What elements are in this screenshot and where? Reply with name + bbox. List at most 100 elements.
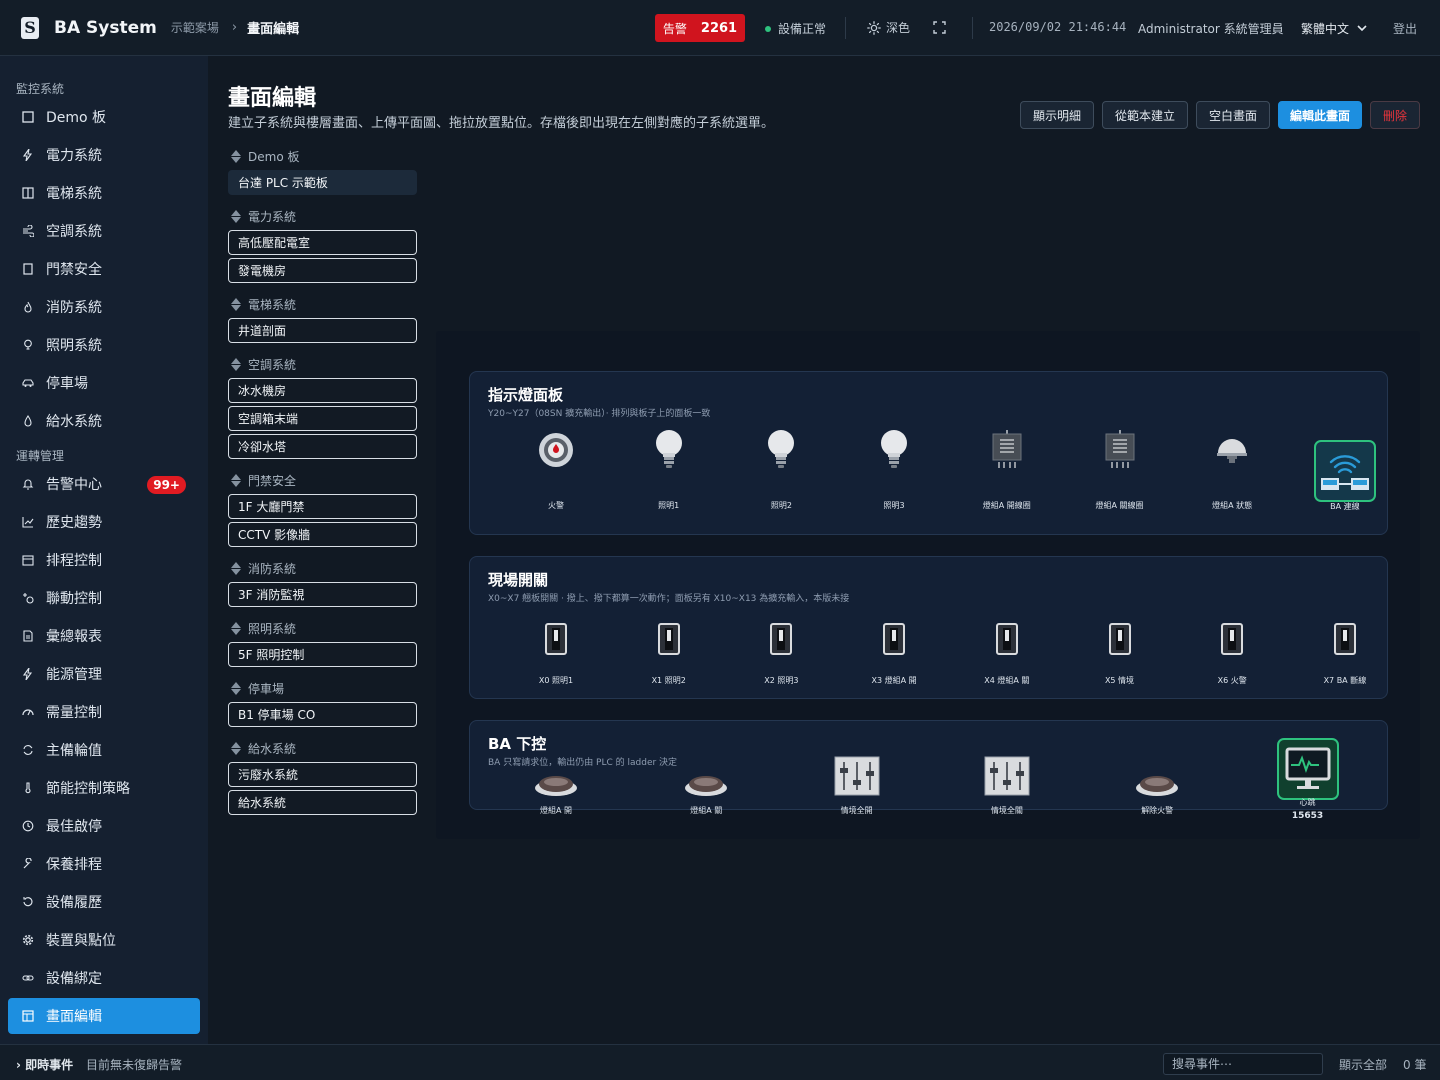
sidebar-item[interactable]: 給水系統 <box>8 403 200 439</box>
panel-title: BA 下控 <box>488 735 547 753</box>
screen-page-button[interactable]: 井道剖面 <box>228 318 417 343</box>
sort-arrows-icon[interactable] <box>231 150 241 163</box>
sort-arrows-icon[interactable] <box>231 210 241 223</box>
sidebar-item[interactable]: Demo 板 <box>8 99 200 135</box>
coil-icon <box>969 430 1045 470</box>
from-template-button[interactable]: 從範本建立 <box>1102 101 1188 129</box>
screen-group-header[interactable]: 電力系統 <box>231 208 296 225</box>
device-panel[interactable]: 現場開關 X0~X7 翹板開關 · 撥上、撥下都算一次動作；面板另有 X10~X1… <box>469 556 1388 699</box>
event-bar: › 即時事件 目前無未復歸告警 顯示全部 0 筆 <box>0 1044 1440 1080</box>
screen-page-button[interactable]: CCTV 影像牆 <box>228 522 417 547</box>
screen-page-button[interactable]: 3F 消防監視 <box>228 582 417 607</box>
sort-arrows-icon[interactable] <box>231 298 241 311</box>
sidebar-item[interactable]: 消防系統 <box>8 289 200 325</box>
screen-page-button[interactable]: 發電機房 <box>228 258 417 283</box>
alarm-badge: 99+ <box>147 476 186 494</box>
sidebar-item[interactable]: 設備綁定 <box>8 960 200 996</box>
screen-group-header[interactable]: 空調系統 <box>231 356 296 373</box>
screen-page-button[interactable]: 給水系統 <box>228 790 417 815</box>
app-logo[interactable]: S <box>21 16 39 39</box>
breadcrumb-site[interactable]: 示範案場 <box>171 19 219 36</box>
event-search-input[interactable] <box>1163 1053 1323 1075</box>
sort-arrows-icon[interactable] <box>231 474 241 487</box>
user-name[interactable]: Administrator 系統管理員 <box>1138 20 1284 37</box>
device-label: X1 照明2 <box>651 676 686 685</box>
blank-screen-button[interactable]: 空白畫面 <box>1196 101 1270 129</box>
screen-page-button[interactable]: 5F 照明控制 <box>228 642 417 667</box>
sidebar-item[interactable]: 門禁安全 <box>8 251 200 287</box>
edit-screen-button[interactable]: 編輯此畫面 <box>1278 101 1362 129</box>
screen-page-button[interactable]: 冰水機房 <box>228 378 417 403</box>
bulb-icon <box>631 429 707 471</box>
device-panel[interactable]: BA 下控 BA 只寫請求位，輸出仍由 PLC 的 ladder 決定 燈組A 開 燈… <box>469 720 1388 821</box>
screen-page-button[interactable]: 高低壓配電室 <box>228 230 417 255</box>
sidebar-item[interactable]: 空調系統 <box>8 213 200 249</box>
screen-page-button[interactable]: 1F 大廳門禁 <box>228 494 417 519</box>
calendar-icon <box>22 554 34 566</box>
logout-link[interactable]: 登出 <box>1393 20 1417 37</box>
screen-page-button[interactable]: 冷卻水塔 <box>228 434 417 459</box>
sort-arrows-icon[interactable] <box>231 358 241 371</box>
screen-group-header[interactable]: 照明系統 <box>231 620 296 637</box>
screen-group-header[interactable]: 給水系統 <box>231 740 296 757</box>
lightning-icon <box>22 668 34 680</box>
language-select[interactable]: 繁體中文 <box>1301 20 1367 37</box>
screen-group-header[interactable]: 電梯系統 <box>231 296 296 313</box>
sidebar-item-label: 停車場 <box>46 376 88 392</box>
fullscreen-icon[interactable] <box>933 21 946 34</box>
sidebar-item[interactable]: 告警中心 99+ <box>8 466 200 502</box>
screen-group-header[interactable]: Demo 板 <box>231 148 299 165</box>
sidebar-item[interactable]: 電梯系統 <box>8 175 200 211</box>
screen-page-button[interactable]: 污廢水系統 <box>228 762 417 787</box>
sidebar-item[interactable]: 節能控制策略 <box>8 770 200 806</box>
toggle-switch-icon <box>856 623 932 655</box>
screen-group-title: 消防系統 <box>248 562 297 576</box>
sort-arrows-icon[interactable] <box>231 742 241 755</box>
sidebar-item[interactable]: 主備輪值 <box>8 732 200 768</box>
sidebar-item[interactable]: 保養排程 <box>8 846 200 882</box>
event-bar-title[interactable]: › 即時事件 <box>16 1056 73 1073</box>
sidebar-item-label: 門禁安全 <box>46 262 102 278</box>
screen-page-button[interactable]: B1 停車場 CO <box>228 702 417 727</box>
sidebar-item-label: 照明系統 <box>46 338 102 354</box>
screen-group-header[interactable]: 消防系統 <box>231 560 296 577</box>
sort-arrows-icon[interactable] <box>231 622 241 635</box>
device-panel[interactable]: 指示燈面板 Y20~Y27（08SN 擴充輸出）· 排列與板子上的面板一致 火警 照明… <box>469 371 1388 535</box>
screen-page-button[interactable]: 空調箱末端 <box>228 406 417 431</box>
alarm-count-button[interactable]: 告警 2261 <box>655 14 745 42</box>
sidebar-item[interactable]: 照明系統 <box>8 327 200 363</box>
screen-group-header[interactable]: 停車場 <box>231 680 284 697</box>
sidebar-item[interactable]: 歷史趨勢 <box>8 504 200 540</box>
show-all-link[interactable]: 顯示全部 <box>1339 1056 1387 1073</box>
sidebar-item[interactable]: 停車場 <box>8 365 200 401</box>
show-detail-button[interactable]: 顯示明細 <box>1020 101 1094 129</box>
sort-arrows-icon[interactable] <box>231 682 241 695</box>
sort-arrows-icon[interactable] <box>231 562 241 575</box>
sidebar-item[interactable]: 畫面編輯 <box>8 998 200 1034</box>
toggle-switch-icon <box>1082 623 1158 655</box>
sidebar-item[interactable]: 最佳啟停 <box>8 808 200 844</box>
brand-name[interactable]: BA System <box>54 18 157 38</box>
link-control-icon <box>22 592 34 604</box>
clock-icon <box>22 820 34 832</box>
theme-toggle[interactable]: 深色 <box>867 19 910 36</box>
sidebar-item[interactable]: 聯動控制 <box>8 580 200 616</box>
sidebar-item[interactable]: 電力系統 <box>8 137 200 173</box>
layout-icon <box>22 1010 34 1022</box>
delete-button[interactable]: 刪除 <box>1370 101 1420 129</box>
theme-label: 深色 <box>886 21 911 35</box>
sidebar-item[interactable]: 排程控制 <box>8 542 200 578</box>
sidebar-item[interactable]: 裝置與點位 <box>8 922 200 958</box>
sidebar-item-label: 最佳啟停 <box>46 819 102 835</box>
device-label: 照明1 <box>658 501 680 510</box>
sidebar-item[interactable]: 需量控制 <box>8 694 200 730</box>
screen-group-header[interactable]: 門禁安全 <box>231 472 296 489</box>
sidebar-item[interactable]: 設備履歷 <box>8 884 200 920</box>
device-label: X0 照明1 <box>538 676 574 685</box>
sun-icon <box>867 20 881 35</box>
sidebar-item[interactable]: 能源管理 <box>8 656 200 692</box>
status-dot-icon <box>765 25 771 32</box>
sidebar-item[interactable]: 彙總報表 <box>8 618 200 654</box>
screen-group-title: 給水系統 <box>248 742 297 756</box>
screen-page-button[interactable]: 台達 PLC 示範板 <box>228 170 417 195</box>
